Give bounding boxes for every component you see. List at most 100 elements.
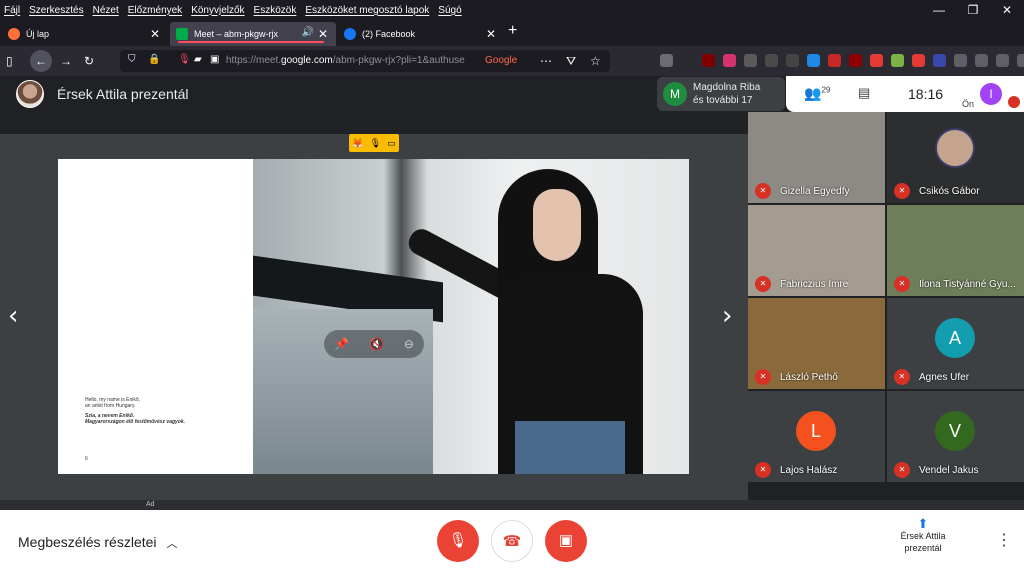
presenter-header: Érsek Attila prezentál: [16, 80, 189, 108]
next-slide-button[interactable]: ›: [722, 301, 732, 331]
reload-button[interactable]: ↻: [84, 54, 94, 68]
pin-icon[interactable]: 📌: [334, 337, 349, 351]
back-button[interactable]: ←: [30, 50, 52, 72]
menu-icon[interactable]: [1017, 54, 1024, 67]
url-text[interactable]: https://meet.google.com/abm-pkgw-rjx?pli…: [226, 55, 476, 66]
forward-button[interactable]: →: [60, 54, 72, 68]
face: [533, 189, 581, 261]
more-options-button[interactable]: ⋮: [996, 530, 1012, 550]
menu-help[interactable]: Súgó: [434, 5, 466, 16]
extension-icon[interactable]: [681, 54, 694, 67]
microphone-icon[interactable]: 🎙: [178, 54, 191, 65]
meeting-details-button[interactable]: Megbeszélés részletei ︿: [18, 534, 178, 551]
self-avatar[interactable]: I: [980, 83, 1002, 105]
participant-tile[interactable]: V ✕ Vendel Jakus: [887, 391, 1024, 482]
close-tab-icon[interactable]: ✕: [150, 27, 160, 41]
tab-meet[interactable]: Meet – abm-pkgw-rjx 🔊 ✕: [170, 22, 336, 46]
participant-name: Csikós Gábor: [919, 186, 980, 197]
screen-share-icon[interactable]: ▣: [210, 54, 219, 65]
participant-grid: ✕ Gizella Egyedfy ✕ Csikós Gábor ✕ Fabri…: [748, 112, 1024, 502]
remove-icon[interactable]: ⊖: [404, 337, 414, 351]
share-icon: ▭: [387, 137, 396, 148]
join-notification[interactable]: M Magdolna Riba és további 17: [657, 77, 785, 111]
shield-icon[interactable]: ⛉: [128, 54, 136, 65]
extension-icon[interactable]: [996, 54, 1009, 67]
minimize-button[interactable]: —: [922, 0, 956, 20]
ublock-icon[interactable]: [702, 54, 715, 67]
close-window-button[interactable]: ✕: [990, 0, 1024, 20]
url-bar[interactable]: ⛉ 🔒 🎙 ▰ ▣ https://meet.google.com/abm-pk…: [120, 50, 610, 72]
camera-toggle-button[interactable]: ▣: [545, 520, 587, 562]
extension-icon[interactable]: [786, 54, 799, 67]
camera-blocked-icon[interactable]: ▰: [194, 54, 202, 65]
menu-tools[interactable]: Eszközök: [250, 5, 302, 16]
speaker-icon[interactable]: 🔊: [302, 27, 314, 38]
tab-new-tab[interactable]: Új lap ✕: [2, 22, 168, 46]
avatar: M: [663, 82, 687, 106]
lock-icon[interactable]: 🔒: [148, 54, 160, 65]
menu-history[interactable]: Előzmények: [124, 5, 187, 16]
extension-icon[interactable]: [807, 54, 820, 67]
extension-icon[interactable]: [891, 54, 904, 67]
avatar: A: [935, 318, 975, 358]
extension-icon[interactable]: [849, 54, 862, 67]
participant-name: Gizella Egyedfy: [780, 186, 850, 197]
extension-icon[interactable]: [828, 54, 841, 67]
adblock-plus-icon[interactable]: [870, 54, 883, 67]
slide-photo: [253, 159, 689, 474]
new-tab-button[interactable]: +: [508, 22, 517, 40]
sidebar-icon[interactable]: ▯: [6, 54, 13, 68]
extension-icon[interactable]: [933, 54, 946, 67]
microphone-icon: 🎙: [369, 137, 382, 148]
participant-tile[interactable]: ✕ Csikós Gábor: [887, 112, 1024, 203]
extension-icon[interactable]: [723, 54, 736, 67]
menu-bar: Fájl Szerkesztés Nézet Előzmények Könyvj…: [0, 0, 1024, 20]
restore-button[interactable]: ❐: [956, 0, 990, 20]
extension-icons: [660, 54, 1024, 67]
mic-muted-icon: ✕: [755, 276, 771, 292]
screen-share-indicator[interactable]: 🦊 🎙 ▭: [349, 134, 399, 152]
extension-icon[interactable]: [744, 54, 757, 67]
slide-text-panel: [58, 159, 253, 474]
pinterest-icon[interactable]: [765, 54, 778, 67]
participant-tile[interactable]: ✕ Ilona Tistyánné Gyu...: [887, 205, 1024, 296]
menu-edit[interactable]: Szerkesztés: [25, 5, 88, 16]
tab-title: Új lap: [26, 29, 50, 39]
hang-up-icon: ☎: [502, 533, 522, 550]
menu-file[interactable]: Fájl: [0, 5, 25, 16]
tile-actions: 📌 🔇 ⊖: [324, 330, 424, 358]
mute-icon[interactable]: 🔇: [369, 337, 384, 351]
participant-name: Vendel Jakus: [919, 465, 979, 476]
extension-icon[interactable]: [954, 54, 967, 67]
present-screen-icon: ⬆: [917, 516, 929, 531]
menu-bookmarks[interactable]: Könyvjelzők: [187, 5, 249, 16]
close-tab-icon[interactable]: ✕: [486, 27, 496, 41]
mic-muted-icon: ✕: [894, 276, 910, 292]
participant-tile[interactable]: A ✕ Agnes Ufer: [887, 298, 1024, 389]
mic-muted-icon: ✕: [894, 462, 910, 478]
previous-slide-button[interactable]: ‹: [8, 301, 18, 331]
avatar: L: [796, 411, 836, 451]
leave-call-button[interactable]: ☎: [491, 520, 533, 562]
pocket-icon[interactable]: ⛛: [566, 54, 576, 69]
slide-caption: Hello, my name is Enikő, an artist from …: [85, 397, 186, 425]
microphone-toggle-button[interactable]: 🎙: [437, 520, 479, 562]
menu-shared-tabs[interactable]: Eszközöket megosztó lapok: [301, 5, 434, 16]
participant-tile[interactable]: L ✕ Lajos Halász: [748, 391, 885, 482]
tab-facebook[interactable]: (2) Facebook ✕: [338, 22, 504, 46]
people-button[interactable]: 👥29: [804, 85, 830, 102]
page-actions-icon[interactable]: ⋯: [540, 54, 552, 68]
chat-icon[interactable]: ▤: [858, 85, 870, 101]
participant-tile[interactable]: ✕ Fabriczius Imre: [748, 205, 885, 296]
bookmark-star-icon[interactable]: ☆: [590, 54, 601, 68]
extension-icon[interactable]: [912, 54, 925, 67]
menu-view[interactable]: Nézet: [89, 5, 124, 16]
meet-icon: [176, 28, 188, 40]
participant-tile[interactable]: ✕ Gizella Egyedfy: [748, 112, 885, 203]
presenting-button[interactable]: ⬆ Érsek Attila prezentál: [884, 516, 962, 554]
extension-icon[interactable]: [660, 54, 673, 67]
participant-tile[interactable]: ✕ László Pethő: [748, 298, 885, 389]
extension-icon[interactable]: [975, 54, 988, 67]
google-container-badge[interactable]: Google: [485, 55, 517, 66]
close-tab-icon[interactable]: ✕: [318, 27, 328, 41]
